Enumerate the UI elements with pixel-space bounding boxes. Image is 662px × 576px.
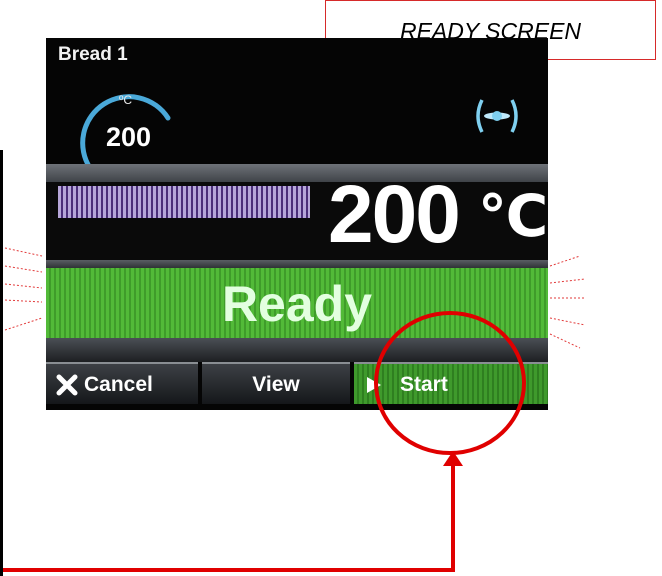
- play-icon: [367, 377, 381, 393]
- ready-status-text: Ready: [221, 276, 373, 332]
- close-icon: [56, 374, 78, 396]
- gauge-unit: ºC: [119, 93, 133, 107]
- view-button[interactable]: View: [202, 362, 350, 404]
- temperature-unit: ℃: [478, 184, 548, 249]
- frame-left-edge: [0, 150, 3, 576]
- gauge-value: 200: [106, 122, 152, 152]
- fan-icon[interactable]: [472, 94, 522, 138]
- oven-display: Bread 1 ºC 200 200 ℃ Ready Cancel View S…: [46, 38, 548, 410]
- callout-arrow-head: [443, 451, 463, 466]
- status-band-mid: [46, 260, 548, 268]
- current-temperature: 200: [328, 169, 461, 260]
- motion-lines-right: [549, 255, 586, 349]
- cancel-button[interactable]: Cancel: [46, 362, 198, 404]
- start-button[interactable]: Start: [354, 362, 548, 404]
- view-button-label: View: [252, 373, 300, 396]
- callout-arrow-line: [3, 464, 455, 572]
- cancel-button-label: Cancel: [84, 373, 153, 396]
- status-band-top: [46, 164, 548, 182]
- start-button-label: Start: [400, 373, 448, 396]
- motion-lines-left: [4, 247, 43, 331]
- status-band-low: [46, 338, 548, 362]
- temperature-row: [46, 182, 548, 262]
- temperature-progress-bar: [58, 186, 310, 218]
- recipe-name: Bread 1: [58, 44, 128, 65]
